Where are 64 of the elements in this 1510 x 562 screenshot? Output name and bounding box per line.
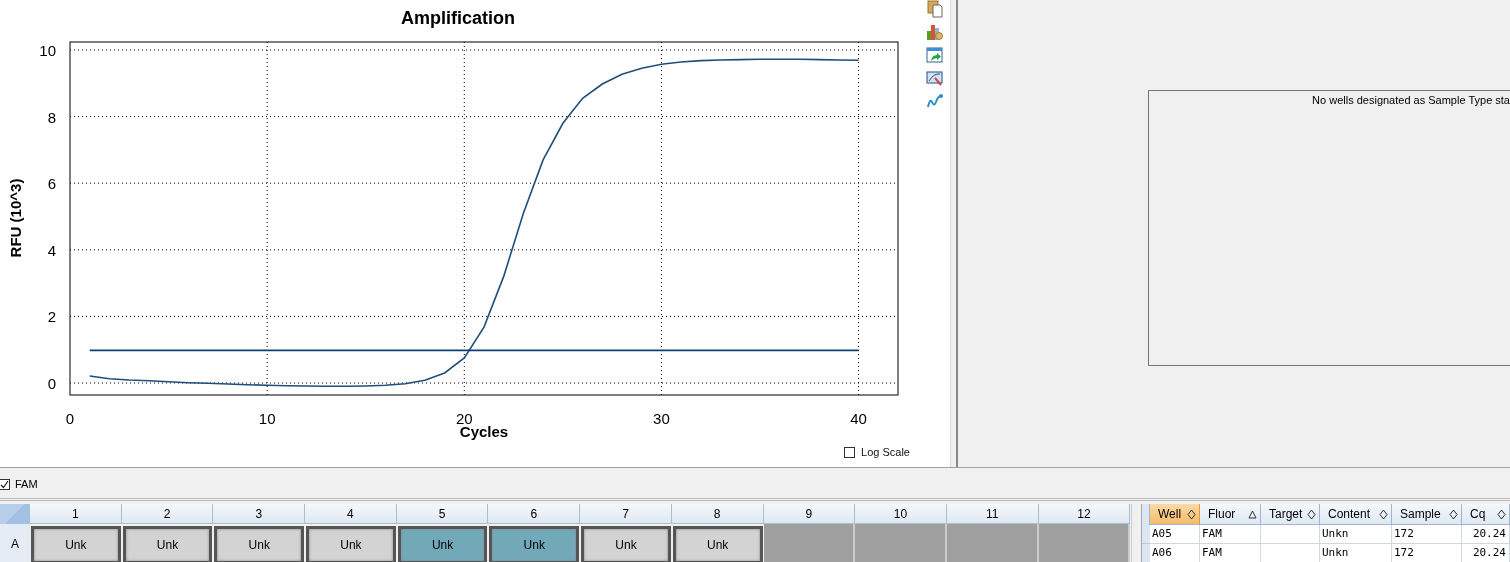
axis-tick-label: 4 — [47, 241, 56, 259]
table-cell: FAM — [1200, 525, 1261, 544]
column-header[interactable]: 3 — [213, 504, 306, 524]
plate-corner — [0, 504, 30, 524]
splitter[interactable] — [1131, 504, 1142, 562]
column-header[interactable]: 1 — [30, 504, 122, 524]
table-corner — [1142, 504, 1150, 525]
row-header[interactable]: A — [0, 524, 30, 562]
table-cell: A06 — [1150, 544, 1200, 562]
axis-tick-label: 2 — [47, 308, 56, 326]
column-header[interactable]: Target — [1261, 504, 1320, 525]
plate-well[interactable]: Unk — [489, 526, 580, 562]
column-header[interactable]: 7 — [580, 504, 672, 524]
column-header[interactable]: 4 — [305, 504, 397, 524]
fam-checkbox[interactable] — [0, 478, 10, 490]
empty-cell — [1261, 525, 1320, 544]
column-header[interactable]: 11 — [946, 504, 1039, 524]
column-header[interactable]: 8 — [671, 504, 764, 524]
axis-tick-label: 10 — [258, 410, 276, 427]
table-cell: 20.24 — [1462, 544, 1510, 562]
fluor-label: FAM — [15, 478, 38, 490]
curve-icon[interactable] — [926, 92, 944, 110]
column-header[interactable]: 5 — [396, 504, 489, 524]
column-header[interactable]: 6 — [488, 504, 581, 524]
plate-well[interactable]: Unk — [397, 526, 488, 562]
axis-title: RFU (10^3) — [7, 178, 24, 258]
table-cell: 172 — [1392, 544, 1462, 562]
export-window-icon[interactable] — [926, 46, 944, 64]
log-scale-checkbox[interactable] — [844, 446, 856, 458]
axis-tick-label: 0 — [47, 375, 56, 392]
copy-icon[interactable] — [926, 0, 944, 18]
column-header[interactable]: Sample — [1392, 504, 1462, 525]
plate-well[interactable]: Unk — [672, 526, 763, 562]
table-cell: FAM — [1200, 544, 1261, 562]
table-cell: 20.24 — [1462, 525, 1510, 544]
column-header[interactable]: Well — [1150, 504, 1200, 525]
column-header[interactable]: Fluor — [1200, 504, 1261, 525]
column-header[interactable]: 9 — [763, 504, 856, 524]
empty-message: No wells designated as Sample Type sta — [1311, 93, 1510, 106]
plate-well[interactable]: Unk — [581, 526, 671, 562]
column-header[interactable]: 2 — [121, 504, 214, 524]
column-header[interactable]: 12 — [1038, 504, 1131, 524]
table-cell: A05 — [1150, 525, 1200, 544]
chart-gear-icon[interactable] — [926, 23, 944, 41]
axis-tick-label: 8 — [47, 108, 56, 126]
plate-well[interactable]: Unk — [122, 526, 213, 562]
table-cell: Unkn — [1320, 544, 1392, 562]
table-cell: Unkn — [1320, 525, 1392, 544]
column-header[interactable]: Content — [1320, 504, 1392, 525]
axis-tick-label: 0 — [65, 410, 75, 427]
chart-pencil-icon[interactable] — [926, 69, 944, 87]
plate-well[interactable]: Unk — [306, 526, 396, 562]
plate-well[interactable]: Unk — [31, 526, 121, 562]
log-scale-label: Log Scale — [861, 446, 910, 458]
axis-tick-label: 10 — [39, 42, 56, 59]
table-cell: 172 — [1392, 525, 1462, 544]
splitter[interactable] — [950, 0, 958, 467]
axis-tick-label: 30 — [653, 410, 670, 427]
axis-tick-label: 6 — [47, 175, 56, 193]
chart-title: Amplification — [401, 8, 515, 28]
column-header[interactable]: 10 — [855, 504, 947, 524]
plate-well[interactable]: Unk — [214, 526, 305, 562]
column-header[interactable]: Cq — [1462, 504, 1510, 525]
axis-tick-label: 40 — [850, 410, 867, 427]
